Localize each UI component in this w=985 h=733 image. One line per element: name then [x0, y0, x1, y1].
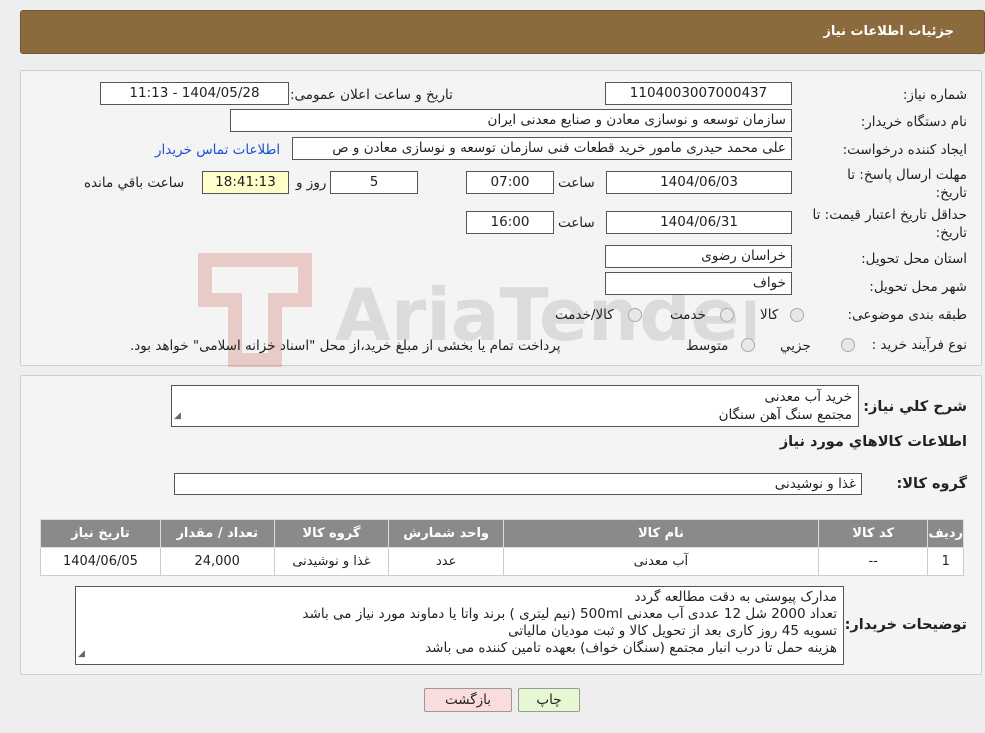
category-radio-goods[interactable] [790, 308, 804, 322]
city-field: خواف [605, 272, 792, 295]
buyer-notes-label: توضیحات خریدار: [844, 617, 967, 633]
cell-group: غذا و نوشیدنی [273, 547, 390, 576]
category-label: طبقه بندی موضوعی: [847, 307, 967, 323]
purchase-radio-minor[interactable] [841, 338, 855, 352]
remaining-label: ساعت باقي مانده [84, 175, 185, 191]
deadline-date-field: 1404/06/03 [606, 171, 792, 194]
cell-quantity: 24,000 [159, 547, 275, 576]
resize-grip-icon[interactable]: ◢ [78, 646, 85, 663]
province-label: استان محل تحویل: [861, 251, 967, 267]
back-button[interactable]: بازگشت [424, 688, 512, 712]
min-validity-label: حداقل تاریخ اعتبار قیمت: تا تاریخ: [812, 207, 967, 241]
buyer-org-label: نام دستگاه خریدار: [860, 114, 967, 130]
cell-item-code: -- [817, 547, 929, 576]
goods-info-heading: اطلاعات کالاهاي مورد نياز [779, 434, 967, 450]
notes-line-4: هزینه حمل تا درب انبار مجتمع (سنگان خواف… [425, 640, 837, 656]
deadline-time-field: 07:00 [466, 171, 554, 194]
province-field: خراسان رضوی [605, 245, 792, 268]
col-row-number: ردیف [927, 519, 964, 548]
remaining-time-field: 18:41:13 [202, 171, 289, 194]
cell-item-name: آب معدنی [503, 547, 819, 576]
col-unit: واحد شمارش [388, 519, 505, 548]
table-header-row: ردیف کد کالا نام کالا واحد شمارش گروه کا… [40, 519, 964, 548]
items-table-wrapper: ردیف کد کالا نام کالا واحد شمارش گروه کا… [40, 519, 964, 576]
validity-date-field: 1404/06/31 [606, 211, 792, 234]
notes-line-1: مدارک پیوستی به دقت مطالعه گردد [634, 589, 837, 605]
table-row: 1 -- آب معدنی عدد غذا و نوشیدنی 24,000 1… [40, 547, 964, 576]
buyer-org-field: سازمان توسعه و نوسازی معادن و صنایع معدن… [230, 109, 792, 132]
deadline-label: مهلت ارسال پاسخ: تا تاریخ: [847, 167, 967, 201]
need-number-field: 1104003007000437 [605, 82, 792, 105]
col-item-code: کد کالا [817, 519, 929, 548]
buyer-notes-textarea: مدارک پیوستی به دقت مطالعه گردد تعداد 20… [75, 586, 844, 665]
category-label-goods: کالا [760, 307, 779, 323]
page-title: جزئیات اطلاعات نیاز [823, 24, 954, 39]
buyer-contact-link[interactable]: اطلاعات تماس خریدار [155, 142, 280, 158]
category-radio-goods-service[interactable] [628, 308, 642, 322]
need-number-label: شماره نیاز: [902, 87, 967, 103]
validity-time-field: 16:00 [466, 211, 554, 234]
purchase-label-minor: جزیي [780, 338, 811, 354]
col-item-name: نام کالا [503, 519, 819, 548]
notes-line-2: تعداد 2000 شل 12 عددی آب معدنی 500ml (نی… [302, 606, 837, 622]
city-label: شهر محل تحویل: [869, 279, 967, 295]
description-label: شرح کلي نياز: [863, 399, 967, 415]
announce-datetime-label: تاریخ و ساعت اعلان عمومی: [290, 87, 453, 103]
announce-datetime-field: 1404/05/28 - 11:13 [100, 82, 289, 105]
goods-group-label: گروه کالا: [896, 476, 967, 492]
requester-label: ایجاد کننده درخواست: [842, 142, 967, 158]
resize-grip-icon[interactable]: ◢ [174, 407, 181, 425]
purchase-type-label: نوع فرآیند خرید : [871, 337, 967, 353]
validity-time-label: ساعت [558, 215, 595, 231]
description-line-2: مجتمع سنگ آهن سنگان [718, 407, 852, 423]
cell-row-number: 1 [927, 547, 964, 576]
category-radio-service[interactable] [720, 308, 734, 322]
col-group: گروه کالا [273, 519, 390, 548]
purchase-label-medium: متوسط [686, 338, 729, 354]
col-need-date: تاریخ نیاز [40, 519, 161, 548]
requester-field: علی محمد حیدری مامور خرید قطعات فنی سازم… [292, 137, 792, 160]
deadline-time-label: ساعت [558, 175, 595, 191]
goods-group-field: غذا و نوشیدنی [174, 473, 862, 495]
col-quantity: تعداد / مقدار [159, 519, 275, 548]
notes-line-3: تسویه 45 روز کاری بعد از تحویل کالا و ثب… [508, 623, 837, 639]
purchase-radio-medium[interactable] [741, 338, 755, 352]
days-field: 5 [330, 171, 418, 194]
category-label-service: خدمت [670, 307, 706, 323]
cell-unit: عدد [388, 547, 505, 576]
page-header: جزئیات اطلاعات نیاز [20, 10, 985, 54]
items-table: ردیف کد کالا نام کالا واحد شمارش گروه کا… [40, 519, 964, 576]
print-button[interactable]: چاپ [518, 688, 580, 712]
purchase-note: پرداخت تمام یا بخشی از مبلغ خرید،از محل … [130, 338, 561, 354]
category-label-goods-service: کالا/خدمت [555, 307, 614, 323]
day-and-label: روز و [296, 175, 327, 191]
description-textarea: خرید آب معدنی مجتمع سنگ آهن سنگان ◢ [171, 385, 859, 427]
cell-need-date: 1404/06/05 [40, 547, 161, 576]
description-line-1: خرید آب معدنی [764, 389, 852, 405]
